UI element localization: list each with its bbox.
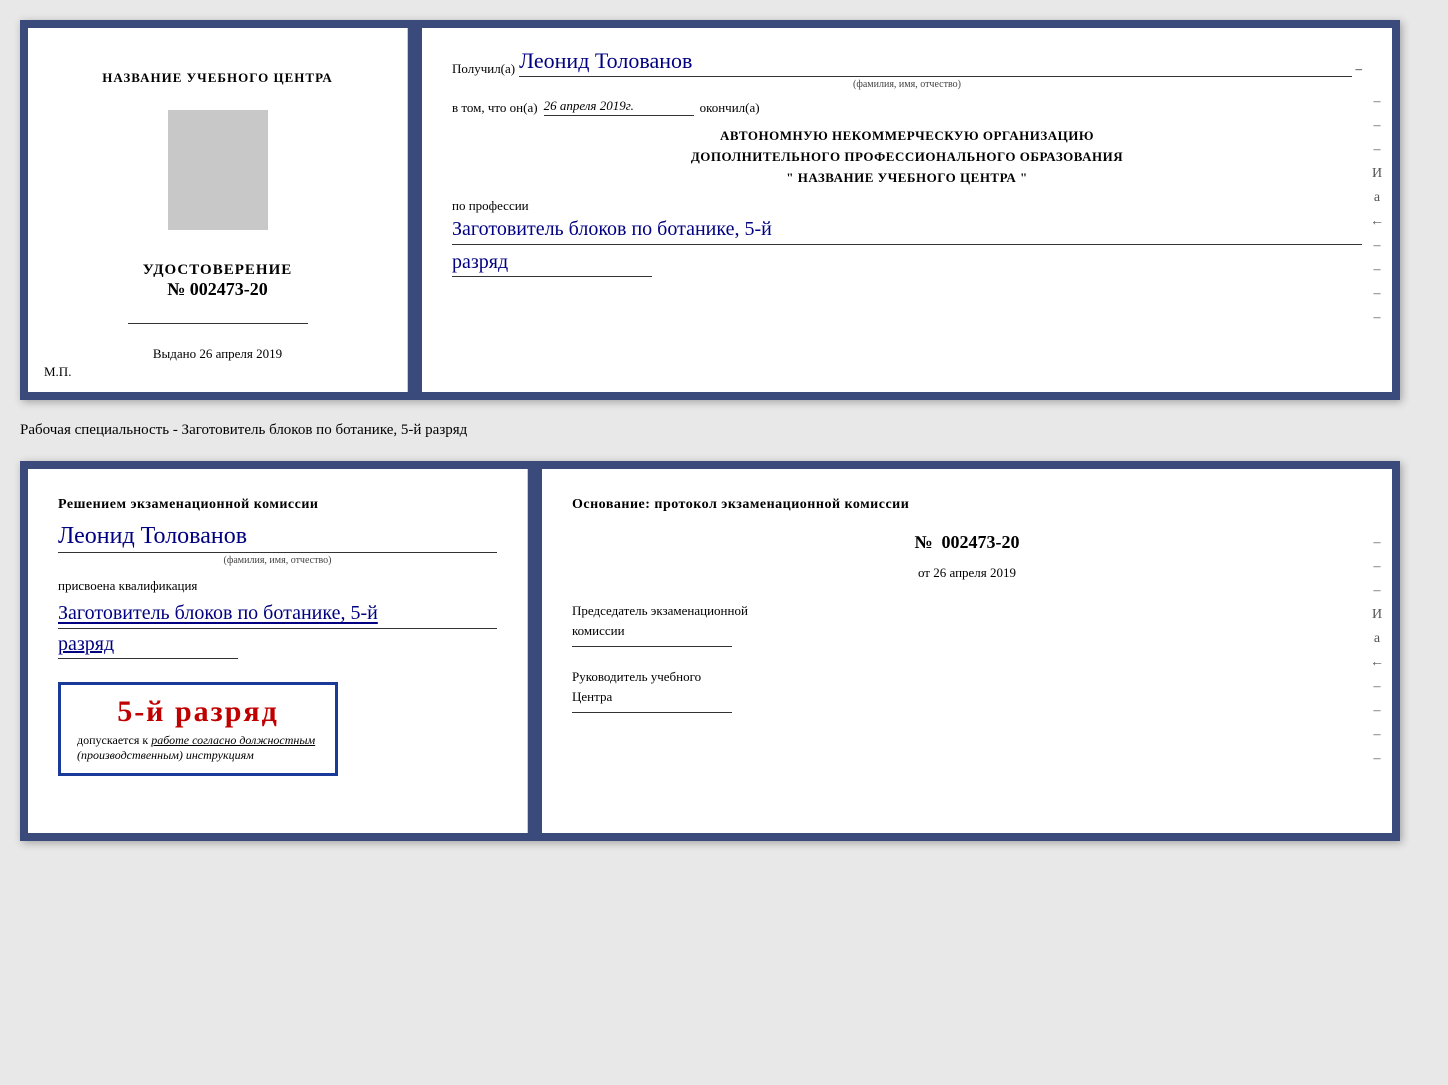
po-professii-label: по профессии bbox=[452, 198, 1362, 214]
cert-vydano-date: 26 апреля 2019 bbox=[199, 346, 282, 361]
dopuskaetsya-rabota: работе согласно должностным bbox=[151, 733, 315, 747]
vtom-label: в том, что он(а) bbox=[452, 100, 538, 116]
rukovoditel-label: Руководитель учебного Центра bbox=[572, 667, 1362, 706]
okonchil-label: окончил(а) bbox=[700, 100, 760, 116]
qual-right-panel: Основание: протокол экзаменационной коми… bbox=[542, 469, 1392, 833]
right-deco-qual: – – – И а ← – – – – bbox=[1362, 469, 1392, 833]
vtom-line: в том, что он(а) 26 апреля 2019г. окончи… bbox=[452, 98, 1362, 116]
cert-vydano-label: Выдано bbox=[153, 346, 196, 361]
chairman-sign-line bbox=[572, 646, 732, 647]
predsedatel-label: Председатель экзаменационной комиссии bbox=[572, 601, 1362, 640]
protocol-number-value: 002473-20 bbox=[942, 532, 1020, 552]
vtom-date: 26 апреля 2019г. bbox=[544, 98, 694, 116]
qual-name: Леонид Толованов bbox=[58, 523, 497, 553]
cert-right-panel: Получил(а) Леонид Толованов – (фамилия, … bbox=[422, 28, 1392, 392]
cert-photo bbox=[168, 110, 268, 230]
org-line1: АВТОНОМНУЮ НЕКОММЕРЧЕСКУЮ ОРГАНИЗАЦИЮ bbox=[452, 126, 1362, 147]
cert-vydano: Выдано 26 апреля 2019 bbox=[153, 346, 282, 362]
qual-profession: Заготовитель блоков по ботанике, 5-й bbox=[58, 600, 497, 629]
cert-number: № 002473-20 bbox=[143, 279, 293, 300]
org-block: АВТОНОМНУЮ НЕКОММЕРЧЕСКУЮ ОРГАНИЗАЦИЮ ДО… bbox=[452, 126, 1362, 188]
badge-razryad-text: 5-й разряд bbox=[77, 695, 319, 729]
right-decoration: – – – И а ← – – – – bbox=[1362, 28, 1392, 392]
cert-number-section: УДОСТОВЕРЕНИЕ № 002473-20 bbox=[143, 262, 293, 300]
fio-label: (фамилия, имя, отчество) bbox=[452, 79, 1362, 90]
cert-profession-value: Заготовитель блоков по ботанике, 5-й bbox=[452, 216, 1362, 245]
qual-heading: Решением экзаменационной комиссии bbox=[58, 494, 497, 515]
badge-instruktsii: (производственным) инструкциям bbox=[77, 748, 319, 763]
poluchil-label: Получил(а) bbox=[452, 61, 515, 77]
qual-center-divider bbox=[528, 469, 542, 833]
protocol-number-symbol: № bbox=[914, 532, 932, 552]
qual-left-panel: Решением экзаменационной комиссии Леонид… bbox=[28, 469, 528, 833]
dopuskaetsya-label: допускается к bbox=[77, 733, 148, 747]
ot-line: от 26 апреля 2019 bbox=[572, 565, 1362, 581]
page-wrapper: НАЗВАНИЕ УЧЕБНОГО ЦЕНТРА УДОСТОВЕРЕНИЕ №… bbox=[20, 20, 1428, 841]
cert-center-divider bbox=[408, 28, 422, 392]
osnov-heading: Основание: протокол экзаменационной коми… bbox=[572, 494, 1362, 516]
cert-number-symbol: № bbox=[167, 279, 185, 299]
cert-number-value: 002473-20 bbox=[190, 279, 268, 299]
cert-udostoverenie-label: УДОСТОВЕРЕНИЕ bbox=[143, 262, 293, 279]
cert-mp: М.П. bbox=[44, 364, 71, 380]
chairman-section: Председатель экзаменационной комиссии bbox=[572, 601, 1362, 647]
certificate-document: НАЗВАНИЕ УЧЕБНОГО ЦЕНТРА УДОСТОВЕРЕНИЕ №… bbox=[20, 20, 1400, 400]
cert-title: НАЗВАНИЕ УЧЕБНОГО ЦЕНТРА bbox=[102, 68, 333, 88]
rukovoditel-sign-line bbox=[572, 712, 732, 713]
protocol-number: № 002473-20 bbox=[572, 532, 1362, 553]
badge-dopuskaetsya: допускается к работе согласно должностны… bbox=[77, 733, 319, 748]
cert-signature-line bbox=[128, 323, 308, 324]
cert-left-panel: НАЗВАНИЕ УЧЕБНОГО ЦЕНТРА УДОСТОВЕРЕНИЕ №… bbox=[28, 28, 408, 392]
ot-label: от bbox=[918, 565, 930, 580]
specialty-label: Рабочая специальность - Заготовитель бло… bbox=[20, 418, 1428, 443]
rukovoditel-section: Руководитель учебного Центра bbox=[572, 667, 1362, 713]
qualification-document: Решением экзаменационной комиссии Леонид… bbox=[20, 461, 1400, 841]
qual-prisvoena: присвоена квалификация bbox=[58, 578, 497, 594]
badge-box: 5-й разряд допускается к работе согласно… bbox=[58, 682, 338, 776]
qual-razryad: разряд bbox=[58, 633, 238, 659]
recipient-line: Получил(а) Леонид Толованов – bbox=[452, 48, 1362, 77]
org-line3: " НАЗВАНИЕ УЧЕБНОГО ЦЕНТРА " bbox=[452, 168, 1362, 189]
qual-fio-label: (фамилия, имя, отчество) bbox=[58, 555, 497, 566]
ot-date: 26 апреля 2019 bbox=[933, 565, 1016, 580]
cert-razryad-value: разряд bbox=[452, 251, 652, 277]
recipient-name: Леонид Толованов bbox=[519, 48, 1351, 77]
org-line2: ДОПОЛНИТЕЛЬНОГО ПРОФЕССИОНАЛЬНОГО ОБРАЗО… bbox=[452, 147, 1362, 168]
